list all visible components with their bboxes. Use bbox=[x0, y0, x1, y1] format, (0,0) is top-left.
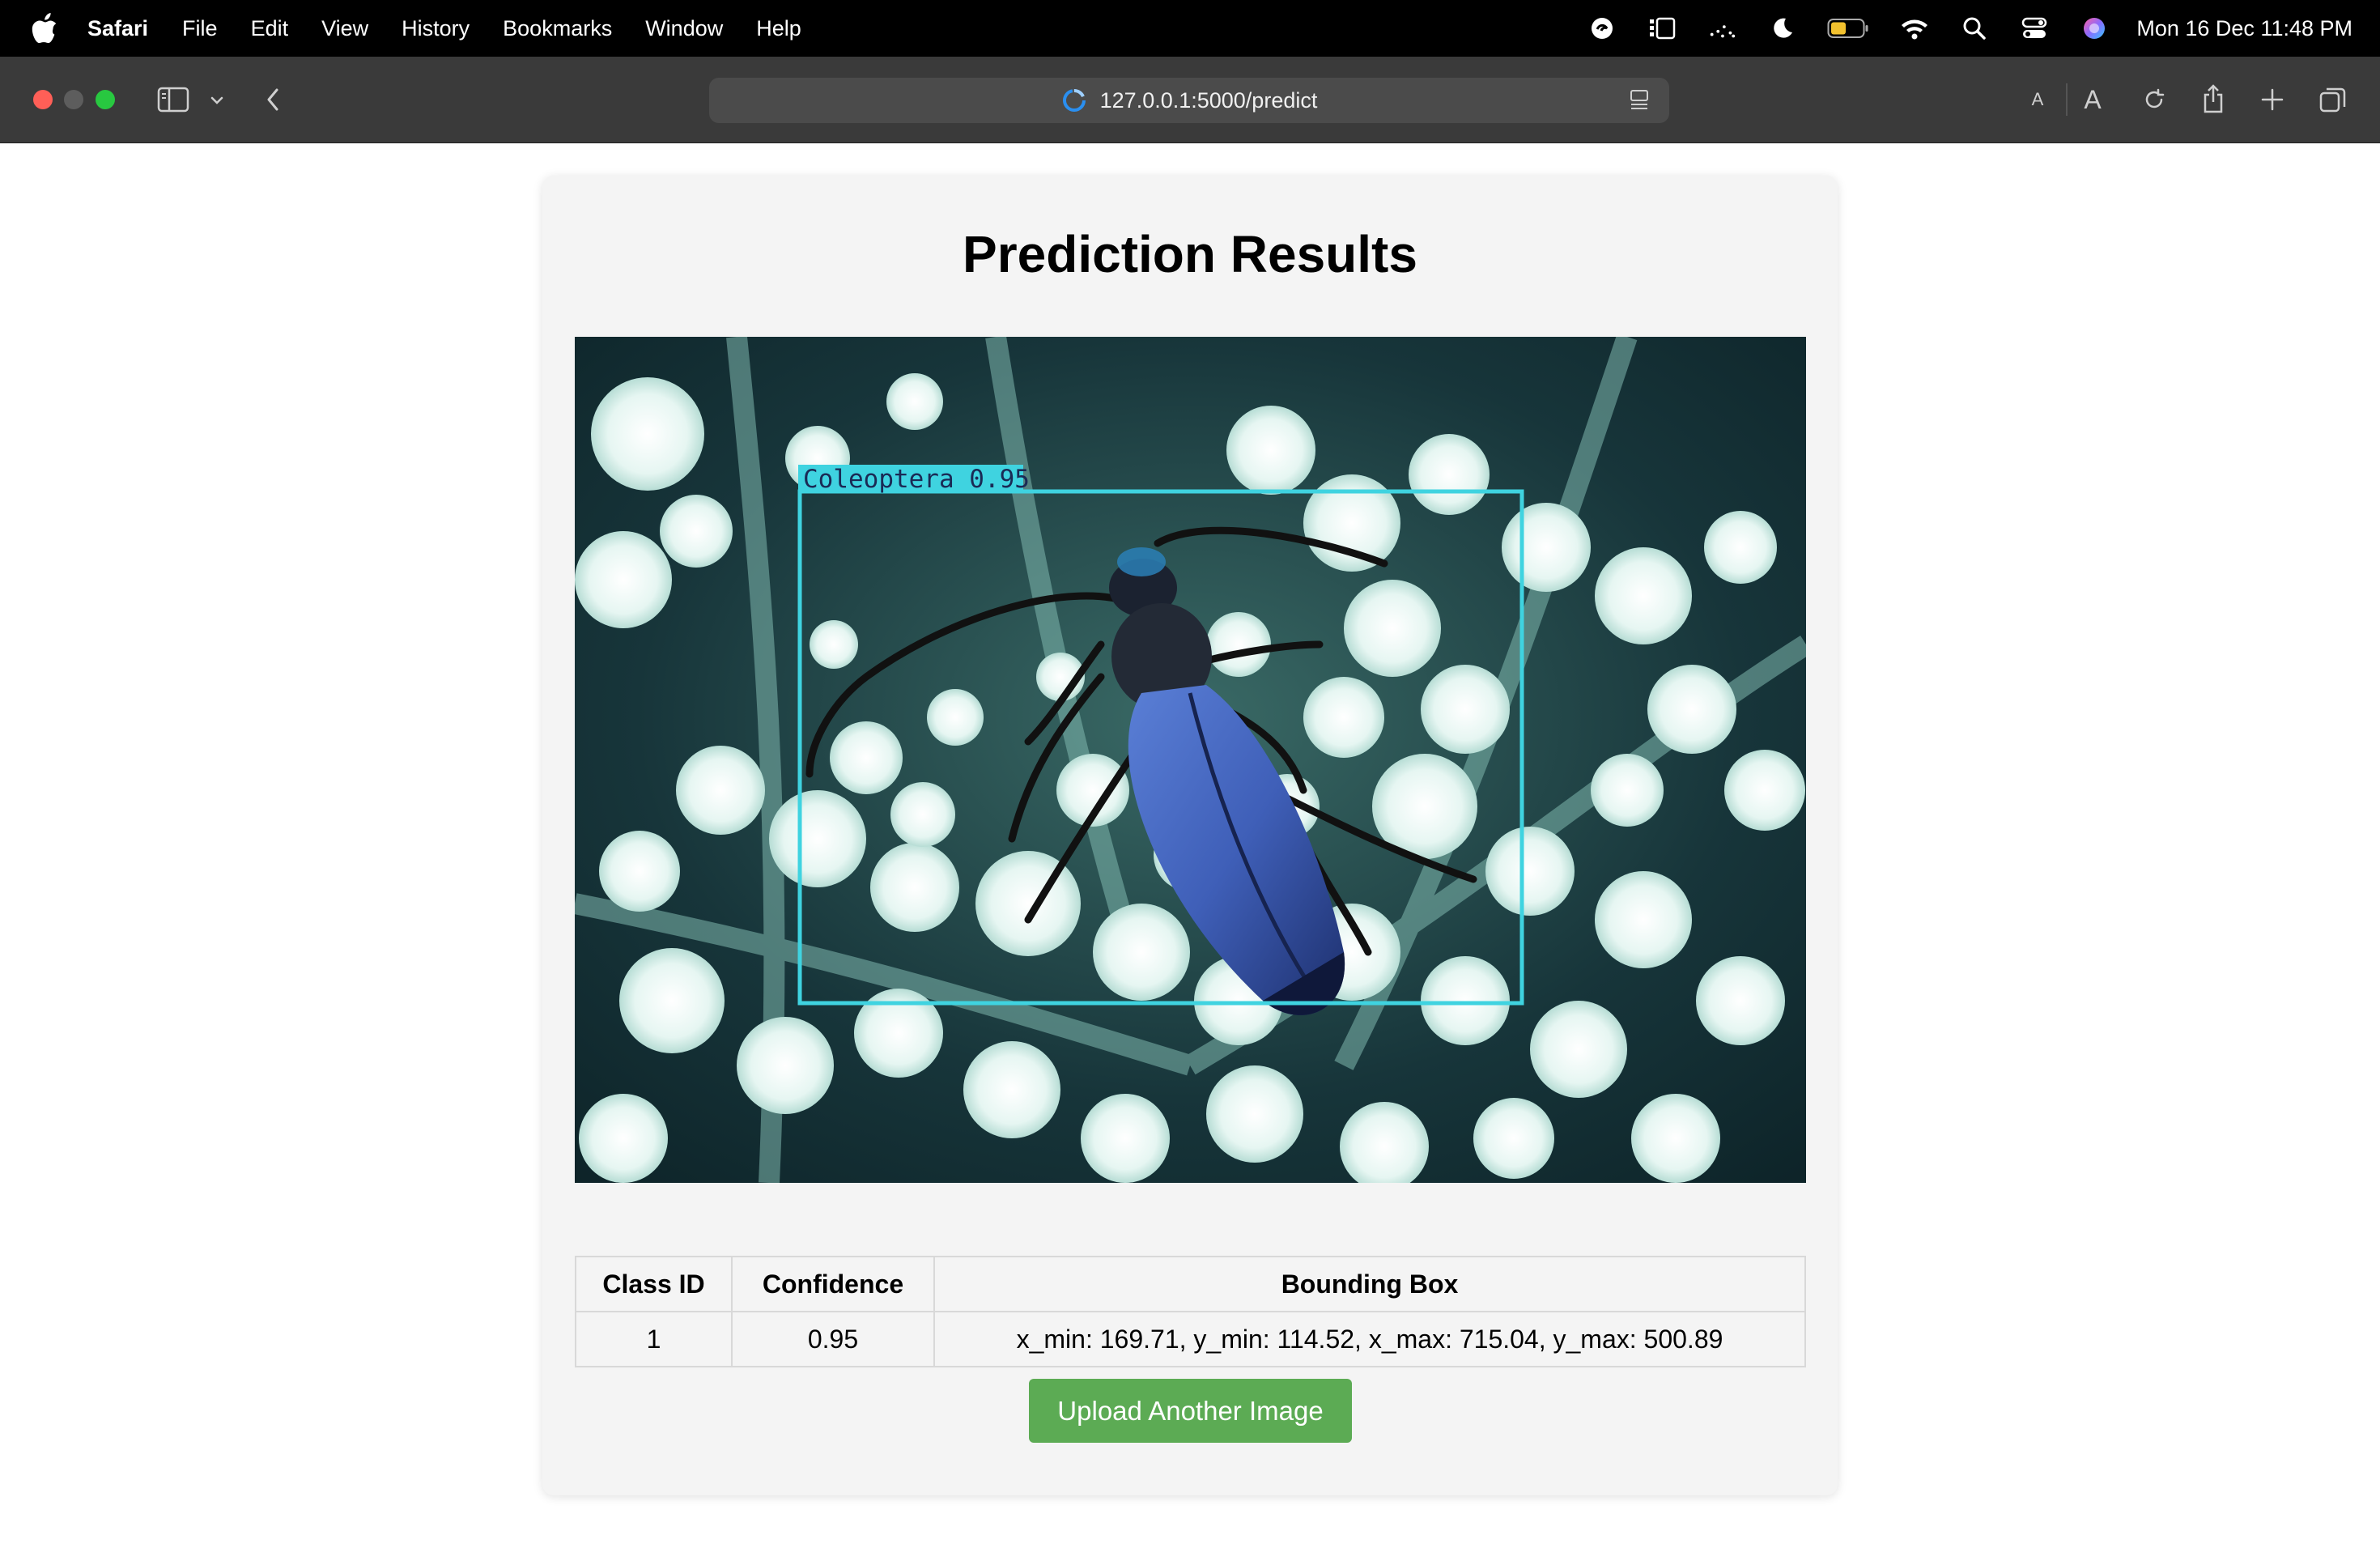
zoom-window-button[interactable] bbox=[96, 90, 115, 109]
menu-bookmarks[interactable]: Bookmarks bbox=[503, 16, 612, 41]
table-header-row: Class ID Confidence Bounding Box bbox=[575, 1256, 1806, 1312]
siri-icon[interactable] bbox=[2080, 14, 2109, 43]
reload-icon[interactable] bbox=[2141, 86, 2167, 113]
browser-toolbar: 127.0.0.1:5000/predict A A bbox=[0, 57, 2380, 143]
table-row: 1 0.95 x_min: 169.71, y_min: 114.52, x_m… bbox=[575, 1311, 1806, 1367]
menu-view[interactable]: View bbox=[321, 16, 368, 41]
menu-window[interactable]: Window bbox=[645, 16, 723, 41]
screen-recording-icon[interactable] bbox=[1587, 14, 1617, 43]
menu-edit[interactable]: Edit bbox=[251, 16, 289, 41]
menubar-status-area: Mon 16 Dec 11:48 PM bbox=[1557, 0, 2352, 57]
menu-bar: Safari File Edit View History Bookmarks … bbox=[0, 0, 2380, 57]
results-table: Class ID Confidence Bounding Box 1 0.95 … bbox=[575, 1256, 1806, 1367]
sidebar-toggle-icon[interactable] bbox=[157, 86, 189, 113]
weather-icon[interactable] bbox=[1707, 14, 1736, 43]
tab-overview-icon[interactable] bbox=[2318, 86, 2348, 113]
share-icon[interactable] bbox=[2200, 83, 2226, 115]
address-url[interactable]: 127.0.0.1:5000/predict bbox=[1100, 88, 1318, 113]
cell-bounding-box: x_min: 169.71, y_min: 114.52, x_max: 715… bbox=[933, 1311, 1806, 1367]
menu-help[interactable]: Help bbox=[756, 16, 801, 41]
control-center-icon[interactable] bbox=[2020, 14, 2049, 43]
header-confidence: Confidence bbox=[731, 1256, 935, 1312]
header-bounding-box: Bounding Box bbox=[933, 1256, 1806, 1312]
header-class-id: Class ID bbox=[575, 1256, 733, 1312]
toolbar-divider bbox=[2066, 83, 2068, 116]
apple-logo-icon[interactable] bbox=[31, 13, 58, 44]
text-size-larger-button[interactable]: A bbox=[2080, 83, 2105, 116]
new-tab-icon[interactable] bbox=[2259, 86, 2285, 113]
menu-app-safari[interactable]: Safari bbox=[87, 16, 148, 41]
loading-spinner-icon bbox=[1062, 89, 1086, 112]
menu-file[interactable]: File bbox=[182, 16, 218, 41]
menu-history[interactable]: History bbox=[402, 16, 470, 41]
upload-another-image-button[interactable]: Upload Another Image bbox=[1029, 1379, 1352, 1443]
back-button-icon[interactable] bbox=[261, 86, 285, 113]
cell-class-id: 1 bbox=[575, 1311, 733, 1367]
minimize-window-button[interactable] bbox=[64, 90, 83, 109]
text-size-smaller-button[interactable]: A bbox=[2027, 86, 2048, 113]
address-bar[interactable]: 127.0.0.1:5000/predict bbox=[709, 78, 1669, 123]
cell-confidence: 0.95 bbox=[731, 1311, 935, 1367]
prediction-image: Coleoptera 0.95 bbox=[575, 337, 1806, 1183]
web-page: Prediction Results Coleoptera 0.95 Class… bbox=[0, 143, 2380, 1548]
results-card: Prediction Results Coleoptera 0.95 Class… bbox=[542, 176, 1838, 1495]
focus-moon-icon[interactable] bbox=[1767, 14, 1796, 43]
menubar-clock[interactable]: Mon 16 Dec 11:48 PM bbox=[2136, 16, 2352, 41]
battery-icon[interactable] bbox=[1827, 14, 1869, 43]
reader-mode-icon[interactable] bbox=[1627, 88, 1651, 113]
page-title: Prediction Results bbox=[963, 225, 1417, 283]
close-window-button[interactable] bbox=[33, 90, 53, 109]
chevron-down-icon[interactable] bbox=[209, 92, 225, 108]
wifi-icon[interactable] bbox=[1900, 14, 1929, 43]
detection-label: Coleoptera 0.95 bbox=[803, 465, 1030, 494]
stage-manager-icon[interactable] bbox=[1647, 14, 1677, 43]
spotlight-search-icon[interactable] bbox=[1960, 14, 1989, 43]
